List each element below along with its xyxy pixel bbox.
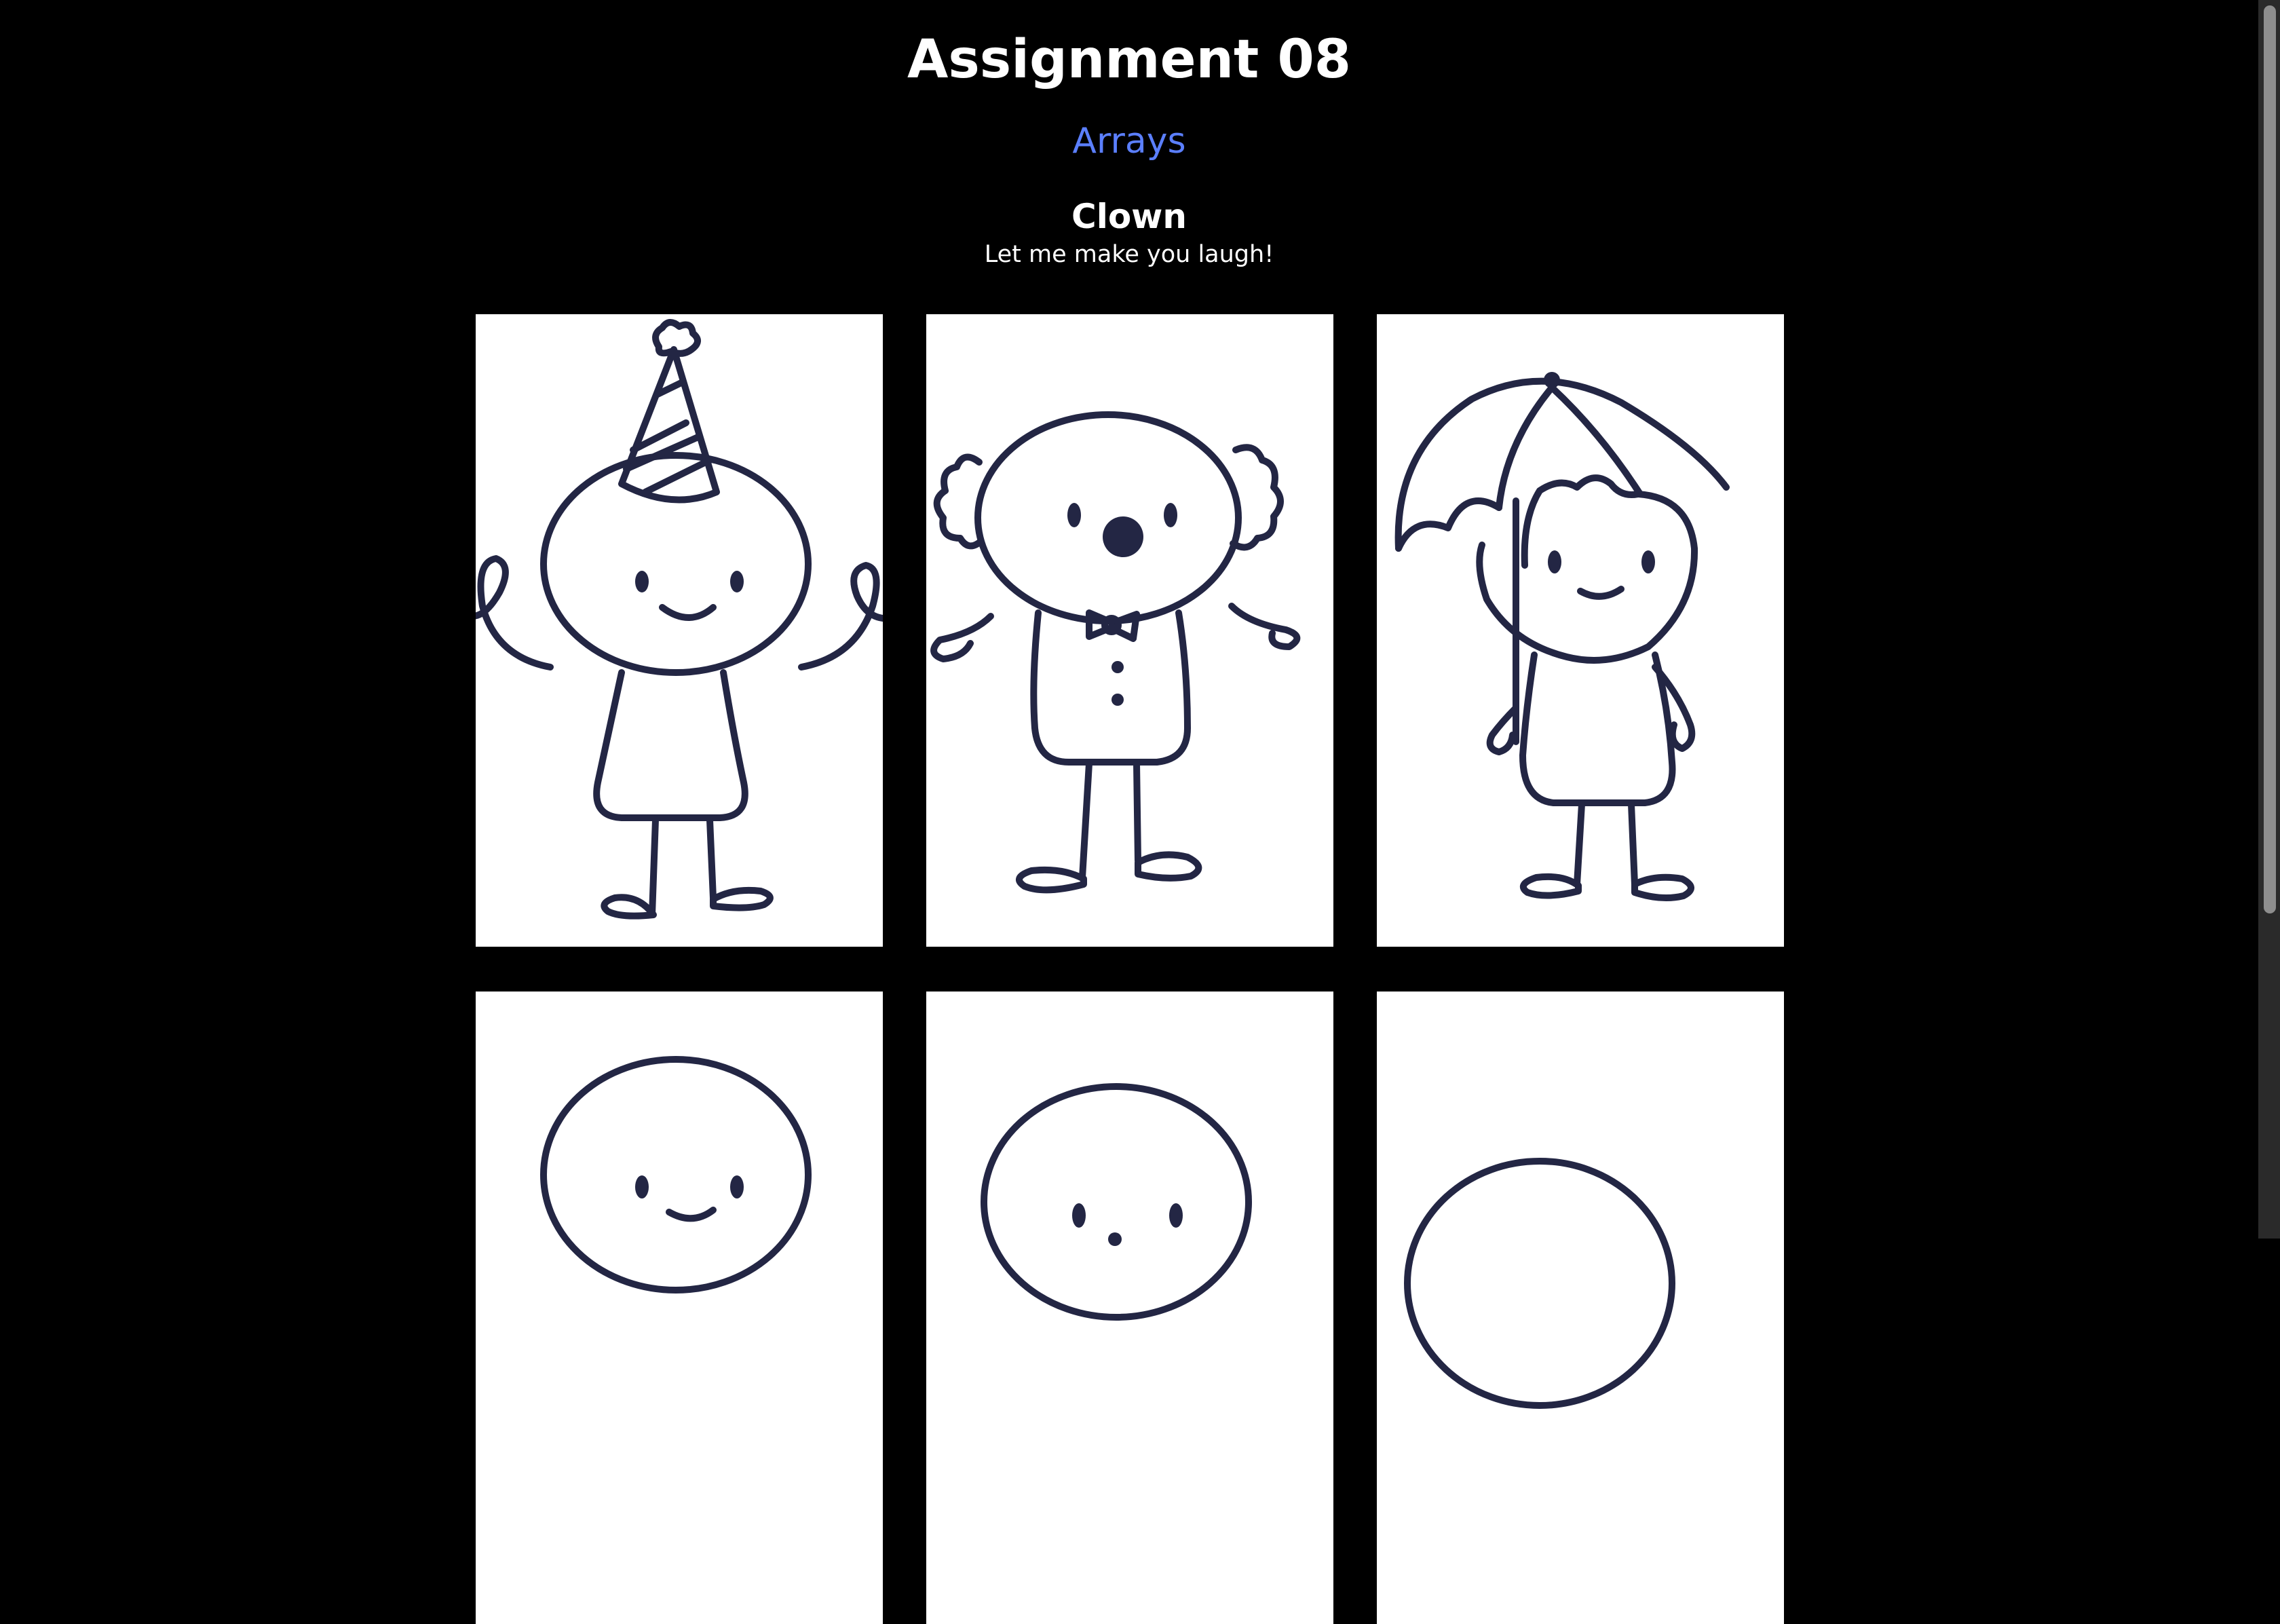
clown-image-2[interactable] [926,314,1333,947]
tagline: Let me make you laugh! [984,241,1274,268]
clown-image-1[interactable] [476,314,883,947]
clown-bowtie-icon [930,411,1301,894]
clown-image-3[interactable] [1377,314,1784,947]
clown-umbrella-icon [1394,372,1730,901]
arrays-link[interactable]: Arrays [1072,121,1185,162]
clown-party-hat-icon [476,319,883,920]
subtitle: Arrays [0,118,2258,164]
clown-head-icon [1404,1158,1675,1409]
clown-image-6[interactable] [1377,992,1784,1624]
scrollbar[interactable] [2258,0,2280,1239]
page-title: Assignment 08 [907,29,1351,90]
clown-image-4[interactable] [476,992,883,1624]
scrollbar-thumb[interactable] [2264,5,2276,913]
clown-name: Clown [1071,197,1187,236]
clown-image-5[interactable] [926,992,1333,1624]
clown-face-icon [981,1083,1252,1321]
clown-smile-icon [540,1056,812,1293]
